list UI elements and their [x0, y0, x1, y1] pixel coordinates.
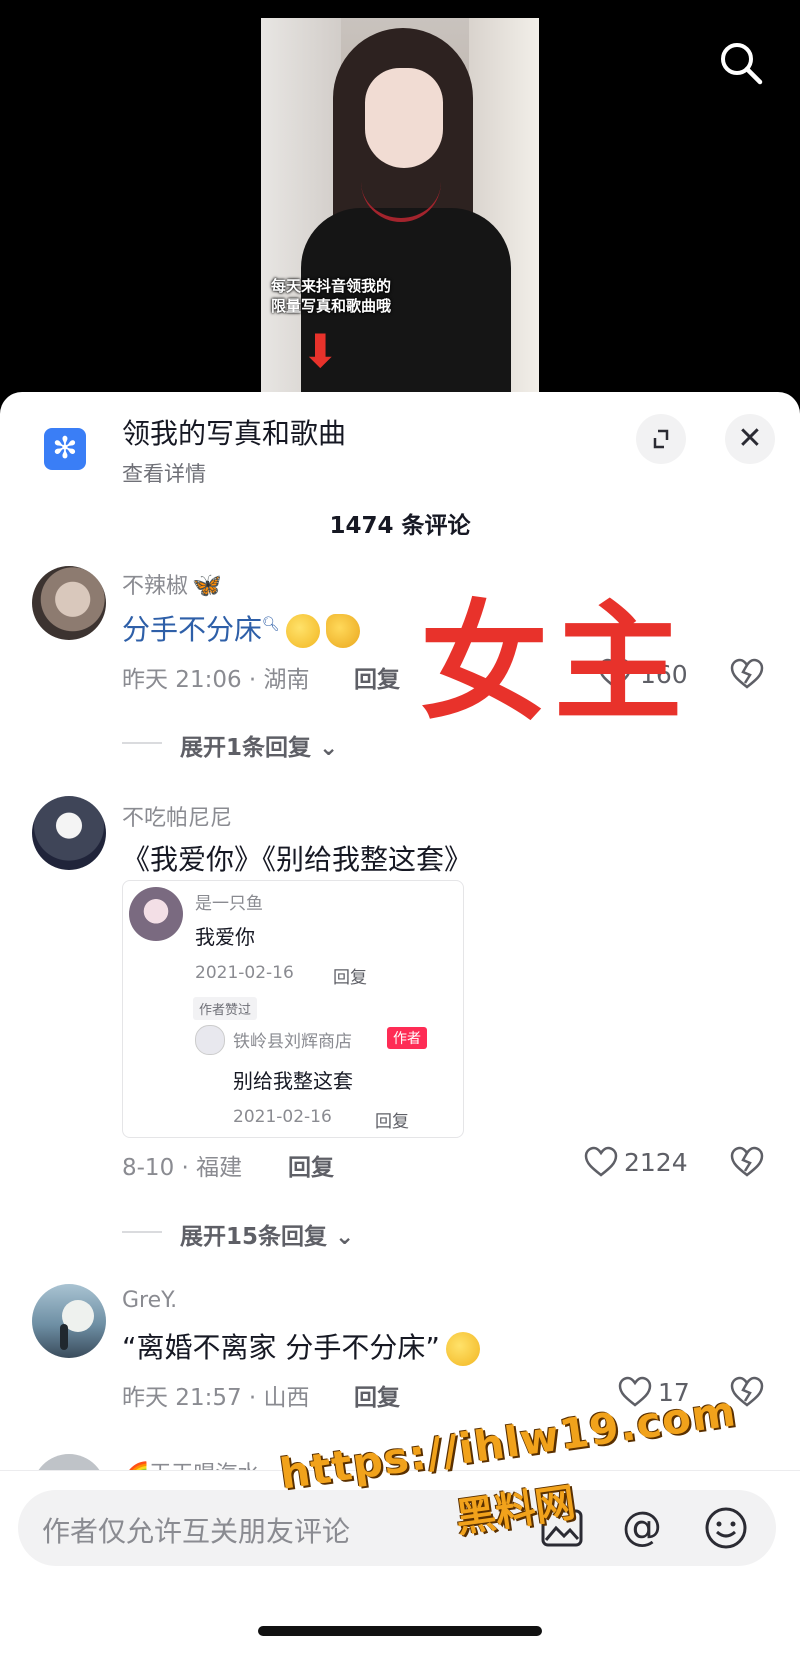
video-thumbnail[interactable]: 每天来抖音领我的 限量写真和歌曲哦 ⬇: [261, 18, 539, 400]
down-arrow-icon: ⬇: [301, 324, 340, 378]
comment-username[interactable]: GreY.: [122, 1288, 177, 1313]
comment-text: 分手不分床🔍︎: [122, 608, 360, 648]
sweat-emoji-icon: [445, 1332, 480, 1366]
comment-input-placeholder: 作者仅允许互关朋友评论: [42, 1515, 351, 1548]
dislike-icon[interactable]: [730, 658, 764, 690]
like-count: 2124: [624, 1148, 688, 1177]
emoji-icon[interactable]: [704, 1506, 748, 1550]
comment-username[interactable]: 不辣椒 🦋: [122, 568, 222, 600]
comments-count: 1474 条评论: [329, 513, 471, 539]
comment-text: 《我爱你》《别给我整这套》: [122, 843, 473, 876]
divider: [122, 1231, 162, 1233]
quoted-image-card[interactable]: 是一只鱼 我爱你 2021-02-16 回复 作者赞过 铁岭县刘辉商店 作者 别…: [122, 880, 464, 1138]
search-link[interactable]: 分手不分床: [122, 613, 262, 646]
butterfly-icon: 🦋: [192, 571, 222, 599]
avatar[interactable]: [32, 796, 106, 870]
thinking-emoji-icon: [285, 614, 320, 648]
reply-button[interactable]: 回复: [354, 660, 400, 694]
avatar: [129, 887, 183, 941]
ok-hand-emoji-icon: [325, 614, 360, 648]
comment-text: “离婚不离家 分手不分床”: [122, 1326, 480, 1366]
video-caption: 每天来抖音领我的 限量写真和歌曲哦: [271, 277, 392, 315]
divider: [122, 742, 162, 744]
close-button[interactable]: ✕: [725, 414, 775, 464]
home-indicator[interactable]: [258, 1626, 542, 1636]
search-icon[interactable]: [716, 38, 766, 88]
search-link-icon: 🔍︎: [262, 616, 280, 633]
heart-icon[interactable]: [584, 1146, 618, 1178]
quote-reply-text: 别给我整这套: [233, 1069, 353, 1093]
comment-username[interactable]: 不吃帕尼尼: [122, 800, 232, 832]
overlay-text: 女主: [420, 589, 689, 738]
reply-button[interactable]: 回复: [354, 1378, 400, 1412]
expand-replies-button[interactable]: 展开1条回复 ⌄: [180, 728, 338, 762]
quote-reply-reply: 回复: [375, 1112, 409, 1132]
dislike-icon[interactable]: [730, 1376, 764, 1408]
quote-date: 2021-02-16: [195, 963, 294, 983]
close-icon: ✕: [737, 421, 763, 456]
quote-reply: 回复: [333, 968, 367, 988]
quote-reply-username: 铁岭县刘辉商店: [233, 1032, 352, 1052]
mini-app-title[interactable]: 领我的写真和歌曲: [122, 412, 346, 452]
comment-meta: 昨天 21:06 · 湖南: [122, 667, 310, 693]
expand-button[interactable]: [636, 414, 686, 464]
comment-meta: 昨天 21:57 · 山西: [122, 1385, 310, 1411]
avatar[interactable]: [32, 566, 106, 640]
mention-icon[interactable]: @: [622, 1504, 662, 1550]
mini-app-details-link[interactable]: 查看详情: [122, 458, 206, 488]
expand-icon: [653, 429, 669, 449]
mini-app-icon[interactable]: ✻: [44, 428, 86, 470]
chevron-down-icon: ⌄: [327, 1224, 355, 1250]
dislike-icon[interactable]: [730, 1146, 764, 1178]
quote-reply-date: 2021-02-16: [233, 1107, 332, 1127]
chevron-down-icon: ⌄: [311, 735, 339, 761]
author-tag: 作者: [387, 1027, 427, 1049]
comment-meta: 8-10 · 福建: [122, 1155, 243, 1181]
avatar: [195, 1025, 225, 1055]
quote-text: 我爱你: [195, 925, 255, 949]
author-liked-badge: 作者赞过: [193, 997, 258, 1020]
expand-replies-button[interactable]: 展开15条回复 ⌄: [180, 1217, 354, 1251]
reply-button[interactable]: 回复: [288, 1148, 334, 1182]
avatar[interactable]: [32, 1284, 106, 1358]
quote-username: 是一只鱼: [195, 894, 263, 914]
